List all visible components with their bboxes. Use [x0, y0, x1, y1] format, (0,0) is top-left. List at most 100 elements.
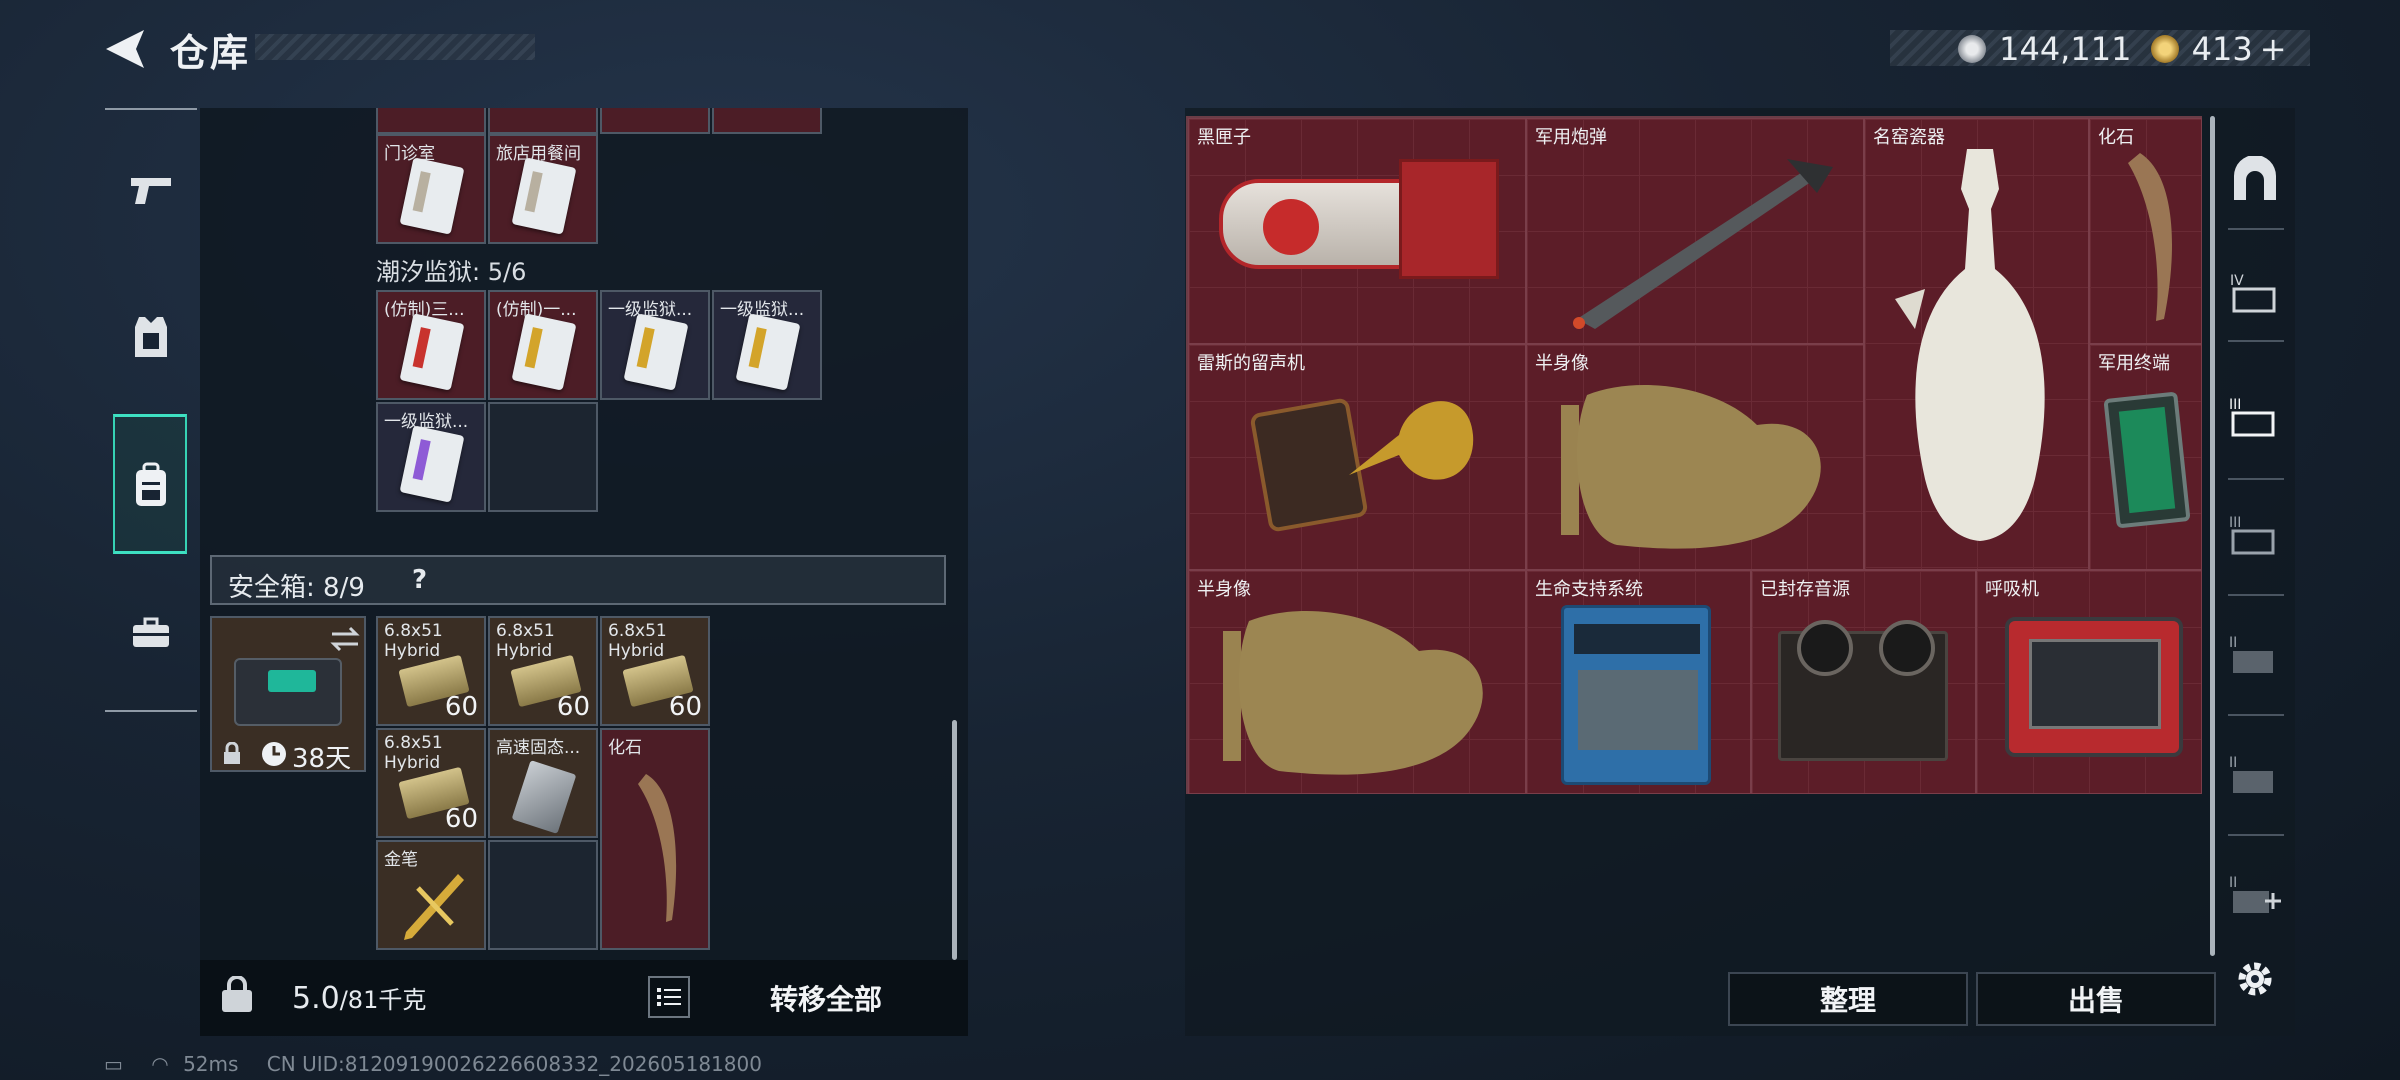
- item-military-shell[interactable]: 军用炮弹: [1526, 118, 1864, 344]
- item-keycard[interactable]: (仿制)一...: [488, 290, 598, 400]
- item-ssd[interactable]: 高速固态...: [488, 728, 598, 838]
- storage-iv-icon[interactable]: IV: [2220, 258, 2290, 328]
- item-rays-gramophone[interactable]: 雷斯的留声机: [1188, 344, 1526, 570]
- storage-iii-icon[interactable]: III: [2220, 500, 2290, 570]
- rail-divider: [2228, 340, 2284, 342]
- keycard-icon: [623, 313, 689, 391]
- keycard-icon: [511, 313, 577, 391]
- transfer-all-button[interactable]: 转移全部: [770, 978, 882, 1018]
- item-ammo[interactable]: 6.8x51 Hybrid 60: [376, 616, 486, 726]
- svg-text:II: II: [2229, 755, 2237, 771]
- item-bust[interactable]: 半身像: [1526, 344, 1864, 570]
- item-black-box[interactable]: 黑匣子: [1188, 118, 1526, 344]
- list-view-button[interactable]: [648, 976, 690, 1018]
- add-currency-button[interactable]: +: [2260, 30, 2287, 68]
- life-support-icon: [1561, 605, 1711, 785]
- item-label: 呼吸机: [1985, 579, 2039, 600]
- missile-icon: [1573, 159, 1833, 329]
- item-life-support-system[interactable]: 生命支持系统: [1526, 570, 1751, 794]
- item-gold-pen[interactable]: 金笔: [376, 840, 486, 950]
- item-count: 60: [444, 692, 478, 722]
- item-hotel-dining-keycard[interactable]: 旅店用餐间: [488, 134, 598, 244]
- empty-slot[interactable]: [488, 402, 598, 512]
- black-box-icon: [1219, 179, 1419, 269]
- weight-max: /81千克: [339, 986, 427, 1014]
- status-bar: ▭ ◠ 52ms CN UID:81209190026226608332_202…: [104, 1052, 784, 1076]
- item-fossil[interactable]: 化石: [600, 728, 710, 950]
- bust-statue-icon: [1223, 611, 1483, 775]
- sell-button[interactable]: 出售: [1976, 972, 2216, 1026]
- item-sealed-audio[interactable]: 已封存音源: [1751, 570, 1976, 794]
- gold-coin-icon: [2150, 35, 2179, 63]
- backpack-scrollbar[interactable]: [952, 720, 957, 960]
- item-fossil[interactable]: 化石: [2089, 118, 2202, 344]
- item-keycard[interactable]: 一级监狱...: [376, 402, 486, 512]
- storage-add-icon[interactable]: II: [2220, 860, 2290, 930]
- partial-item-cell[interactable]: [488, 108, 598, 134]
- sort-button[interactable]: 整理: [1728, 972, 1968, 1026]
- item-count: 60: [556, 692, 590, 722]
- item-ammo[interactable]: 6.8x51 Hybrid 60: [600, 616, 710, 726]
- clock-icon: [262, 742, 286, 766]
- item-label: 旅店用餐间: [496, 144, 581, 164]
- item-military-terminal[interactable]: 军用终端: [2089, 344, 2202, 570]
- item-label: 金笔: [384, 850, 418, 870]
- rail-divider: [2228, 228, 2284, 230]
- item-label: 生命支持系统: [1535, 579, 1643, 600]
- item-label: 化石: [608, 738, 642, 758]
- storage-ii-icon[interactable]: II: [2220, 620, 2290, 690]
- wifi-icon: ◠: [151, 1052, 169, 1076]
- item-keycard[interactable]: (仿制)三...: [376, 290, 486, 400]
- item-label: 一级监狱...: [384, 412, 469, 432]
- back-arrow-icon[interactable]: [100, 28, 150, 70]
- item-count: 60: [668, 692, 702, 722]
- keycard-icon: [399, 313, 465, 391]
- storage-iii-active-icon[interactable]: III: [2220, 382, 2290, 452]
- rail-divider: [2228, 594, 2284, 596]
- item-label: 6.8x51 Hybrid: [384, 621, 443, 661]
- weight-display: 5.0/81千克: [292, 980, 426, 1016]
- weight-icon: [222, 976, 252, 1012]
- item-bust[interactable]: 半身像: [1188, 570, 1526, 794]
- black-box-module: [1399, 159, 1499, 279]
- item-ammo[interactable]: 6.8x51 Hybrid 60: [376, 728, 486, 838]
- item-keycard[interactable]: 一级监狱...: [712, 290, 822, 400]
- item-keycard[interactable]: 一级监狱...: [600, 290, 710, 400]
- gold-pen-icon: [404, 874, 464, 940]
- partial-item-cell[interactable]: [376, 108, 486, 134]
- item-clinic-keycard[interactable]: 门诊室: [376, 134, 486, 244]
- empty-slot[interactable]: [488, 840, 598, 950]
- help-button[interactable]: ?: [412, 565, 427, 595]
- item-famous-porcelain[interactable]: 名窑瓷器: [1864, 118, 2089, 570]
- partial-item-cell[interactable]: [712, 108, 822, 134]
- silver-coin-value: 144,111: [1999, 30, 2132, 68]
- svg-text:III: III: [2229, 397, 2241, 413]
- page-title: 仓库: [170, 31, 251, 75]
- rail-top-divider: [105, 108, 197, 110]
- storage-scrollbar[interactable]: [2210, 116, 2215, 956]
- keycard-icon: [511, 157, 577, 235]
- item-ammo[interactable]: 6.8x51 Hybrid 60: [488, 616, 598, 726]
- terminal-icon: [2103, 391, 2191, 529]
- item-label: 6.8x51 Hybrid: [384, 733, 443, 773]
- pistol-icon[interactable]: [118, 158, 184, 224]
- ping-value: 52ms: [183, 1052, 239, 1076]
- item-label: 名窑瓷器: [1873, 127, 1945, 148]
- gramophone-horn-icon: [1349, 401, 1474, 480]
- item-label: 门诊室: [384, 144, 435, 164]
- item-label: 一级监狱...: [608, 300, 693, 320]
- safe-arch-icon[interactable]: [2220, 144, 2290, 214]
- swap-icon[interactable]: [330, 626, 360, 652]
- settings-gear-icon[interactable]: [2220, 944, 2290, 1014]
- partial-item-cell[interactable]: [600, 108, 710, 134]
- safe-box-container[interactable]: 38天: [210, 616, 366, 774]
- storage-ii-b-icon[interactable]: II: [2220, 740, 2290, 810]
- backpack-icon[interactable]: [118, 452, 184, 518]
- armor-vest-icon[interactable]: [118, 304, 184, 370]
- item-ventilator[interactable]: 呼吸机: [1976, 570, 2202, 794]
- rail-bottom-divider: [105, 710, 197, 712]
- currency-bar: 144,111 413 +: [1890, 30, 2310, 68]
- item-label: 高速固态...: [496, 738, 581, 758]
- toolbox-icon[interactable]: [118, 600, 184, 666]
- safe-box-header: 安全箱: 8/9 ?: [210, 555, 946, 605]
